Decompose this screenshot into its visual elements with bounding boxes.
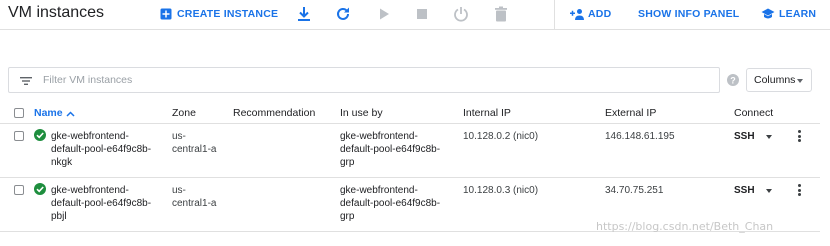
more-vert-icon[interactable] [797, 130, 801, 144]
add-label: ADD [588, 8, 612, 20]
vm-in-use-by[interactable]: gke-webfrontend-default-pool-e64f9c8b-gr… [340, 184, 450, 223]
add-button[interactable]: ADD [570, 6, 611, 22]
ssh-button[interactable]: SSH [734, 184, 755, 197]
check-circle-icon [34, 183, 46, 195]
name-column-header[interactable]: Name [34, 107, 75, 120]
toolbar: VM instances CREATE INSTANCE ADD SHOW IN… [0, 0, 830, 30]
filter-list-icon [20, 77, 32, 85]
show-info-panel-label: SHOW INFO PANEL [638, 8, 740, 20]
external-ip-column-header: External IP [605, 107, 657, 119]
help-icon[interactable]: ? [726, 73, 740, 87]
sort-ascending-icon [66, 110, 75, 117]
page-title: VM instances [8, 4, 105, 21]
vm-external-ip: 146.148.61.195 [605, 131, 675, 142]
vm-zone: us-central1-a [172, 185, 217, 209]
add-box-icon [160, 8, 172, 20]
row-checkbox[interactable] [14, 131, 24, 141]
table-row: gke-webfrontend-default-pool-e64f9c8b-nk… [0, 124, 820, 178]
chevron-down-icon [797, 79, 803, 83]
stop-icon[interactable] [413, 5, 431, 23]
vm-internal-ip: 10.128.0.2 (nic0) [463, 131, 539, 142]
ssh-dropdown-icon[interactable] [766, 189, 772, 193]
vm-in-use-by[interactable]: gke-webfrontend-default-pool-e64f9c8b-gr… [340, 130, 450, 169]
columns-button[interactable]: Columns [746, 68, 812, 92]
delete-icon[interactable] [492, 5, 510, 23]
download-icon[interactable] [295, 5, 313, 23]
check-circle-icon [34, 129, 46, 141]
more-vert-icon[interactable] [797, 184, 801, 198]
vm-name[interactable]: gke-webfrontend-default-pool-e64f9c8b-nk… [51, 130, 161, 169]
reset-icon[interactable] [452, 5, 470, 23]
connect-column-header: Connect [734, 107, 774, 119]
learn-label: LEARN [779, 8, 817, 20]
table-header: Name Zone Recommendation In use by Inter… [0, 102, 820, 124]
svg-text:?: ? [730, 76, 736, 86]
vm-zone: us-central1-a [172, 131, 217, 155]
in-use-by-column-header: In use by [340, 107, 383, 119]
learn-button[interactable]: LEARN [761, 6, 816, 22]
filter-input[interactable]: Filter VM instances [8, 67, 720, 93]
add-person-icon [570, 9, 584, 20]
create-instance-label: CREATE INSTANCE [177, 8, 279, 20]
show-info-panel-button[interactable]: SHOW INFO PANEL [638, 6, 739, 22]
vm-name[interactable]: gke-webfrontend-default-pool-e64f9c8b-pb… [51, 184, 161, 223]
toolbar-divider [554, 0, 555, 29]
school-icon [761, 8, 775, 19]
internal-ip-column-header: Internal IP [463, 107, 511, 119]
vm-external-ip: 34.70.75.251 [605, 185, 664, 196]
zone-column-header: Zone [172, 107, 196, 119]
vm-internal-ip: 10.128.0.3 (nic0) [463, 185, 539, 196]
columns-label: Columns [754, 74, 796, 86]
ssh-dropdown-icon[interactable] [766, 135, 772, 139]
filter-placeholder: Filter VM instances [43, 74, 133, 86]
refresh-icon[interactable] [334, 5, 352, 23]
create-instance-button[interactable]: CREATE INSTANCE [160, 6, 278, 22]
row-checkbox[interactable] [14, 185, 24, 195]
name-header-label: Name [34, 107, 63, 119]
start-icon[interactable] [375, 5, 393, 23]
recommendation-column-header: Recommendation [233, 107, 316, 119]
watermark: https://blog.csdn.net/Beth_Chan [596, 220, 774, 233]
select-all-checkbox[interactable] [14, 108, 24, 118]
ssh-button[interactable]: SSH [734, 130, 755, 143]
